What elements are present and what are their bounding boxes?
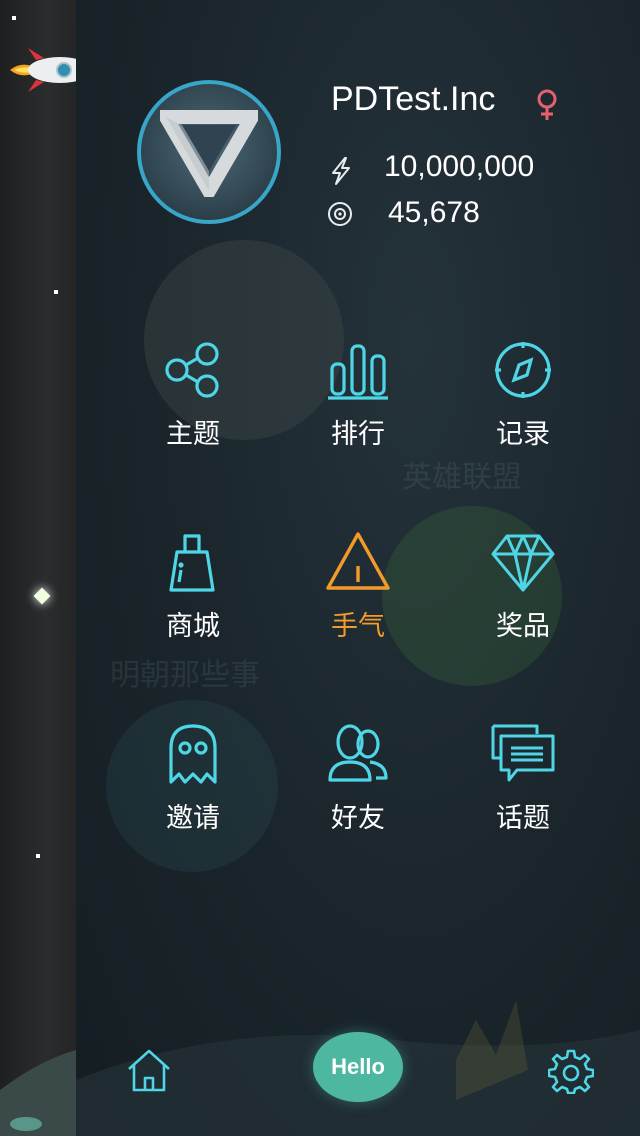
menu-label-theme: 主题: [166, 419, 220, 450]
menu-item-rank[interactable]: 排行: [288, 338, 428, 488]
chat-bubbles-icon: [491, 724, 555, 782]
menu-label-invite: 邀请: [166, 803, 220, 834]
menu-label-friends: 好友: [331, 803, 385, 834]
hello-button[interactable]: Hello: [313, 1032, 403, 1102]
menu-item-luck[interactable]: 手气: [288, 530, 428, 680]
menu-label-shop: 商城: [166, 611, 220, 642]
energy-value: 10,000,000: [384, 150, 535, 183]
compass-icon: [495, 342, 551, 398]
star-decoration: [36, 854, 40, 858]
menu-item-prize[interactable]: 奖品: [453, 530, 593, 680]
menu-item-topics[interactable]: 话题: [453, 722, 593, 872]
gear-icon[interactable]: [548, 1048, 594, 1094]
avatar[interactable]: [137, 80, 281, 224]
users-icon: [328, 724, 388, 782]
home-icon[interactable]: [126, 1048, 172, 1094]
menu-item-shop[interactable]: 商城: [123, 530, 263, 680]
side-strip: [0, 0, 76, 1136]
menu-label-rank: 排行: [331, 419, 385, 450]
menu-item-friends[interactable]: 好友: [288, 722, 428, 872]
penrose-triangle-icon: [160, 110, 258, 197]
menu-label-topics: 话题: [496, 803, 550, 834]
coins-value: 45,678: [388, 196, 480, 229]
coin-icon: [328, 202, 352, 226]
warning-triangle-icon: [326, 532, 390, 590]
lightning-icon: [332, 157, 350, 185]
ghost-icon: [169, 724, 217, 784]
menu-label-prize: 奖品: [496, 611, 550, 642]
shopping-bag-icon: [169, 534, 215, 592]
star-decoration: [12, 16, 16, 20]
bar-chart-icon: [328, 344, 388, 400]
menu-item-theme[interactable]: 主题: [123, 338, 263, 488]
diamond-icon: [491, 534, 555, 592]
menu-label-record: 记录: [496, 419, 550, 450]
female-icon: [537, 89, 557, 120]
planet-edge-decoration: [0, 1050, 76, 1136]
menu-label-luck: 手气: [331, 611, 385, 642]
star-decoration: [33, 587, 51, 605]
menu-item-invite[interactable]: 邀请: [123, 722, 263, 872]
share-nodes-icon: [165, 342, 219, 398]
profile-name: PDTest.Inc: [331, 80, 496, 118]
star-decoration: [54, 290, 58, 294]
menu-item-record[interactable]: 记录: [453, 338, 593, 488]
